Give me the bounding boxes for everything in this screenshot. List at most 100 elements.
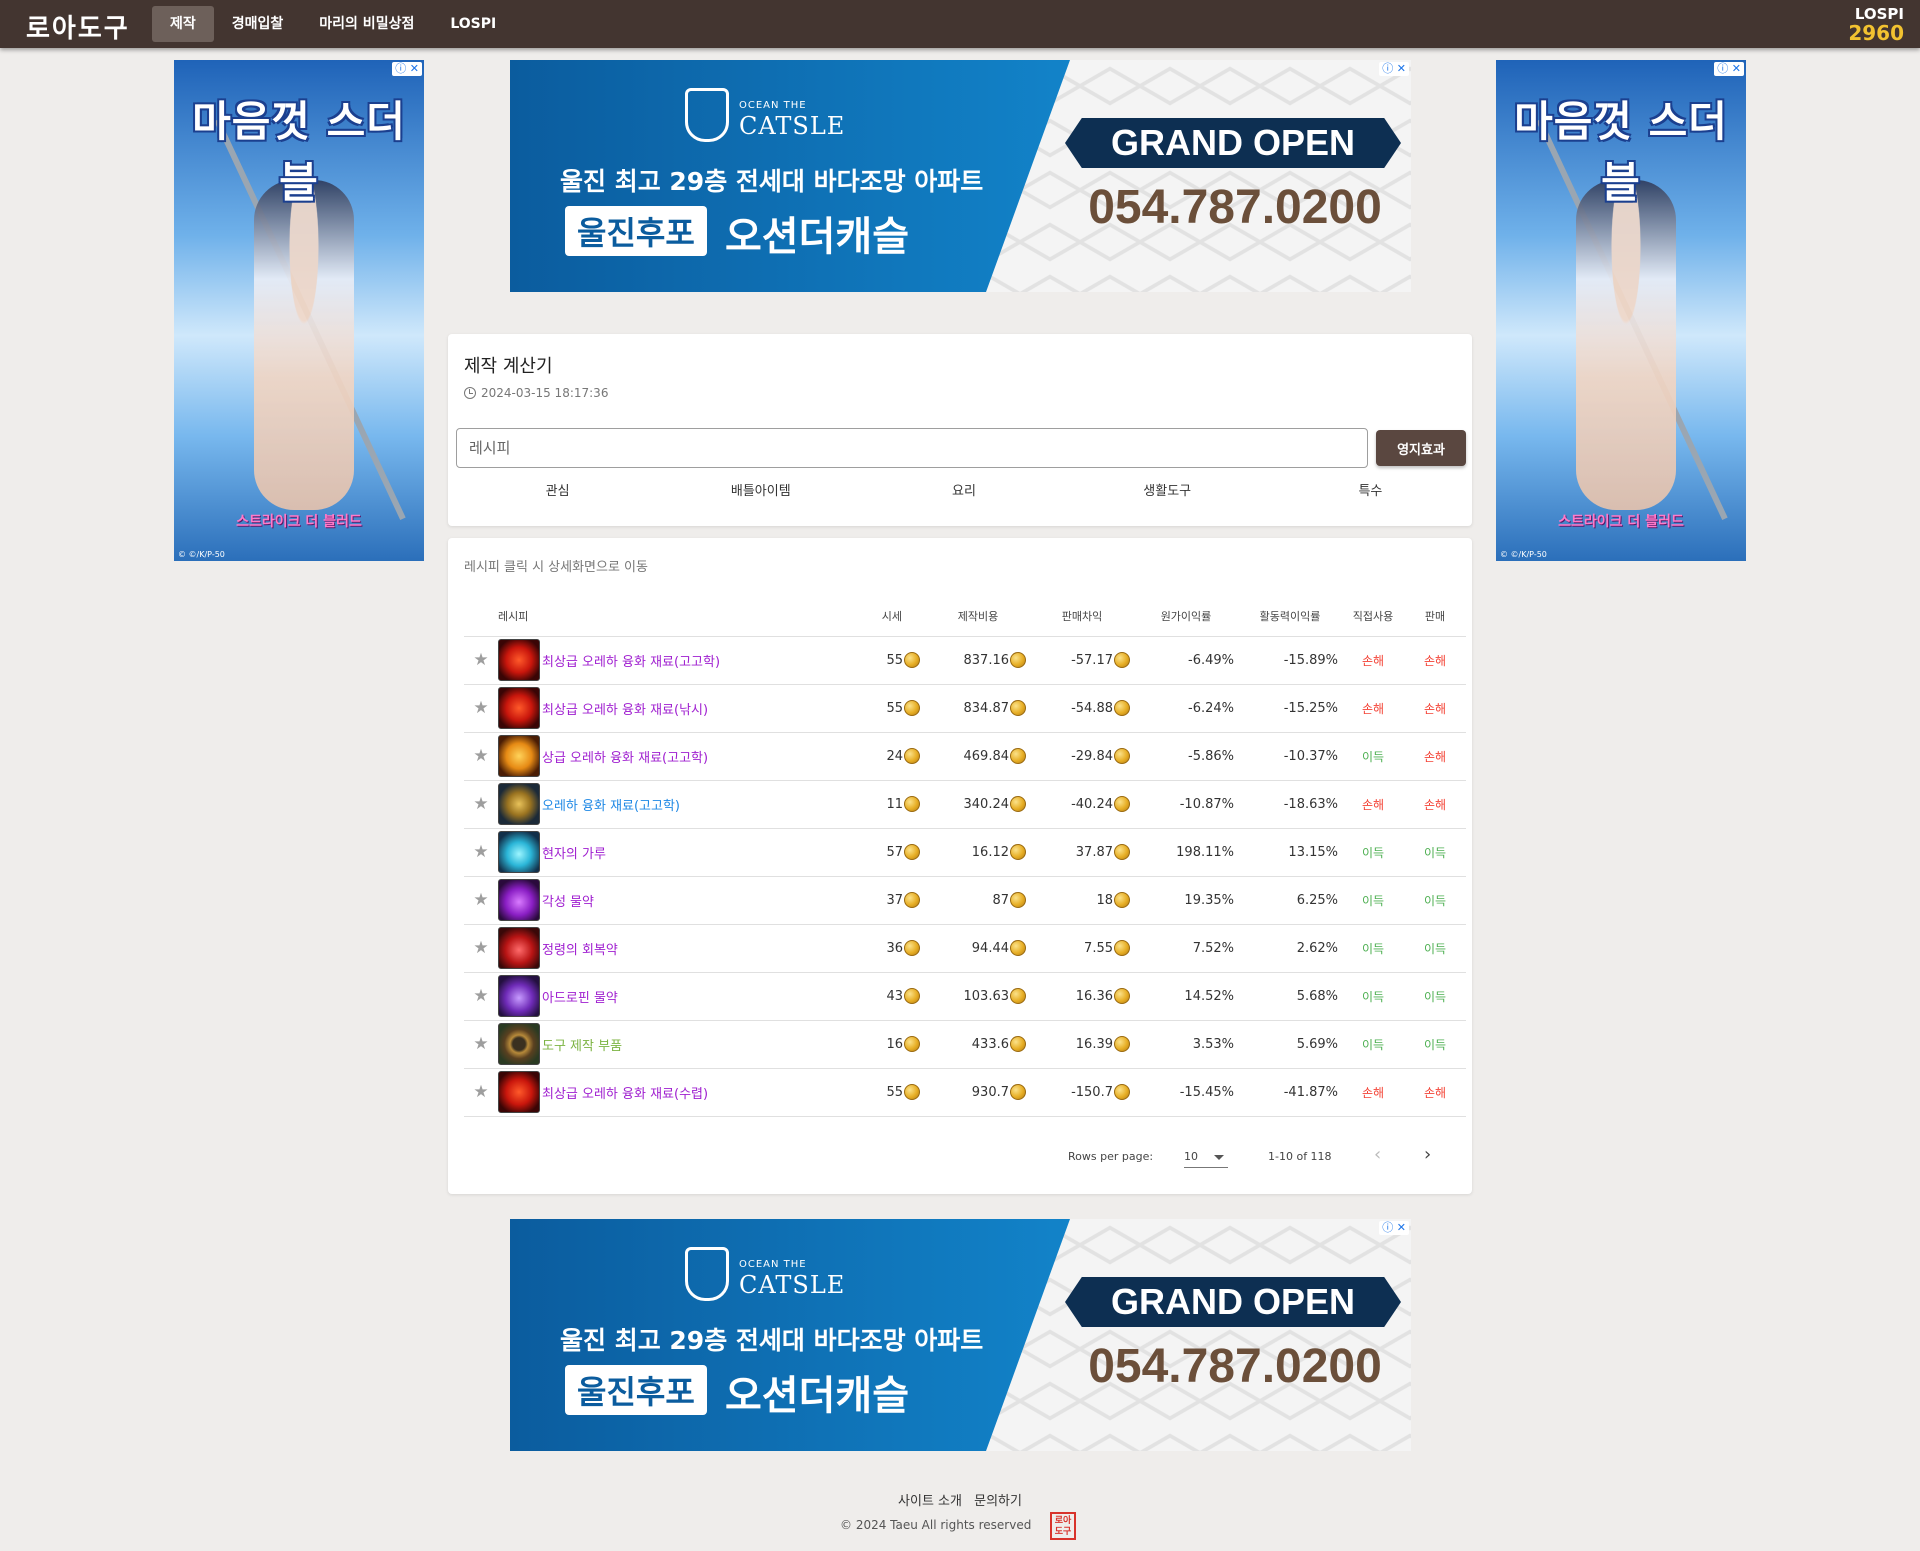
- top-banner-ad[interactable]: OCEAN THE CATSLE 울진 최고 29층 전세대 바다조망 아파트 …: [510, 60, 1411, 292]
- lospi-indicator[interactable]: LOSPI 2960: [1848, 6, 1904, 44]
- column-header-cost[interactable]: 제작비용: [926, 596, 1030, 637]
- banner-name: 오션더캐슬: [725, 214, 909, 260]
- recipe-name-cell[interactable]: 오레하 융화 재료(고고학): [542, 780, 840, 829]
- column-header-recipe[interactable]: 레시피: [498, 596, 840, 637]
- recipe-name[interactable]: 최상급 오레하 융화 재료(낚시): [542, 703, 708, 718]
- table-row[interactable]: ★ 아드로핀 물약 43 103.63 16.36 14.52% 5.68% 이득 이득: [464, 972, 1466, 1021]
- margin-value: 7.55: [1084, 941, 1113, 956]
- table-row[interactable]: ★ 도구 제작 부품 16 433.6 16.39 3.53% 5.69% 이득 이득: [464, 1020, 1466, 1069]
- recipe-name-cell[interactable]: 최상급 오레하 융화 재료(낚시): [542, 684, 840, 733]
- table-row[interactable]: ★ 오레하 융화 재료(고고학) 11 340.24 -40.24 -10.87% -18.…: [464, 780, 1466, 829]
- recipe-name-cell[interactable]: 상급 오레하 융화 재료(고고학): [542, 732, 840, 781]
- table-row[interactable]: ★ 최상급 오레하 융화 재료(수렵) 55 930.7 -150.7 -15.45% -4…: [464, 1068, 1466, 1117]
- prev-page-button[interactable]: ‹: [1374, 1144, 1381, 1165]
- favorite-toggle[interactable]: ★: [464, 828, 498, 877]
- direct-use-status: 이득: [1361, 749, 1385, 764]
- cost-cell: 469.84: [926, 732, 1030, 781]
- cost-cell: 834.87: [926, 684, 1030, 733]
- nav-item-lospi[interactable]: LOSPI: [432, 6, 514, 42]
- recipe-name-cell[interactable]: 도구 제작 부품: [542, 1020, 840, 1069]
- recipe-name-cell[interactable]: 정령의 회복약: [542, 924, 840, 973]
- column-header-margin[interactable]: 판매차익: [1030, 596, 1134, 637]
- energy-rate-value: 5.68%: [1296, 988, 1338, 1004]
- banner-grand-open: GRAND OPEN: [1065, 1277, 1401, 1327]
- table-row[interactable]: ★ 각성 물약 37 87 18 19.35% 6.25% 이득 이득: [464, 876, 1466, 925]
- footer-link-contact[interactable]: 문의하기: [974, 1494, 1022, 1509]
- right-side-ad[interactable]: 마음껏 스더블 스트라이크 더 블러드 © ©/K/P-50 ⓘ ✕: [1496, 60, 1746, 561]
- table-row[interactable]: ★ 상급 오레하 융화 재료(고고학) 24 469.84 -29.84 -5.86% -1…: [464, 732, 1466, 781]
- column-header-price[interactable]: 시세: [840, 596, 926, 637]
- table-row[interactable]: ★ 정령의 회복약 36 94.44 7.55 7.52% 2.62% 이득 이득: [464, 924, 1466, 973]
- page-title: 제작 계산기: [464, 356, 553, 377]
- favorite-toggle[interactable]: ★: [464, 876, 498, 925]
- ad-close-icon[interactable]: ⓘ ✕: [1379, 1221, 1409, 1235]
- table-row[interactable]: ★ 현자의 가루 57 16.12 37.87 198.11% 13.15% 이득 이득: [464, 828, 1466, 877]
- gold-coin-icon: [1010, 1036, 1026, 1052]
- tab-life-tools[interactable]: 생활도구: [1066, 474, 1269, 510]
- sell-status: 손해: [1423, 701, 1447, 716]
- crystal-powder-icon: [498, 831, 540, 873]
- recipe-name[interactable]: 도구 제작 부품: [542, 1039, 622, 1054]
- left-side-ad[interactable]: 마음껏 스더블 스트라이크 더 블러드 © ©/K/P-50 ⓘ ✕: [174, 60, 424, 561]
- recipe-name[interactable]: 상급 오레하 융화 재료(고고학): [542, 751, 708, 766]
- favorite-toggle[interactable]: ★: [464, 1068, 498, 1117]
- star-icon: ★: [473, 698, 489, 718]
- recipe-name[interactable]: 현자의 가루: [542, 847, 606, 862]
- recipe-name[interactable]: 최상급 오레하 융화 재료(고고학): [542, 655, 720, 670]
- gear-ring-icon: [498, 1023, 540, 1065]
- favorite-toggle[interactable]: ★: [464, 1020, 498, 1069]
- table-row[interactable]: ★ 최상급 오레하 융화 재료(낚시) 55 834.87 -54.88 -6.24% -1…: [464, 684, 1466, 733]
- ad-close-icon[interactable]: ⓘ ✕: [392, 62, 422, 76]
- recipe-name[interactable]: 각성 물약: [542, 895, 594, 910]
- star-icon: ★: [473, 650, 489, 670]
- recipe-search-input[interactable]: [456, 428, 1368, 468]
- recipe-name-cell[interactable]: 최상급 오레하 융화 재료(고고학): [542, 636, 840, 685]
- direct-use-status: 손해: [1361, 1085, 1385, 1100]
- tab-special[interactable]: 특수: [1269, 474, 1472, 510]
- tab-battle-items[interactable]: 배틀아이템: [659, 474, 862, 510]
- recipe-name-cell[interactable]: 아드로핀 물약: [542, 972, 840, 1021]
- recipe-name[interactable]: 아드로핀 물약: [542, 991, 618, 1006]
- favorite-toggle[interactable]: ★: [464, 684, 498, 733]
- star-icon: ★: [473, 1034, 489, 1054]
- favorite-toggle[interactable]: ★: [464, 780, 498, 829]
- recipe-name[interactable]: 오레하 융화 재료(고고학): [542, 799, 680, 814]
- gold-coin-icon: [1114, 844, 1130, 860]
- nav-item-mari-shop[interactable]: 마리의 비밀상점: [301, 6, 432, 42]
- territory-effect-button[interactable]: 영지효과: [1376, 430, 1466, 466]
- rows-per-page-select[interactable]: 10: [1184, 1146, 1228, 1168]
- next-page-button[interactable]: ›: [1424, 1144, 1431, 1165]
- recipe-name-cell[interactable]: 최상급 오레하 융화 재료(수렵): [542, 1068, 840, 1117]
- bottom-banner-ad[interactable]: OCEAN THE CATSLE 울진 최고 29층 전세대 바다조망 아파트 …: [510, 1219, 1411, 1451]
- table-row[interactable]: ★ 최상급 오레하 융화 재료(고고학) 55 837.16 -57.17 -6.49% -…: [464, 636, 1466, 685]
- column-header-direct-use[interactable]: 직접사용: [1342, 596, 1404, 637]
- recipe-name[interactable]: 최상급 오레하 융화 재료(수렵): [542, 1087, 708, 1102]
- ad-close-icon[interactable]: ⓘ ✕: [1379, 62, 1409, 76]
- favorite-toggle[interactable]: ★: [464, 636, 498, 685]
- top-navigation-bar: 로아도구 제작 경매입찰 마리의 비밀상점 LOSPI LOSPI 2960: [0, 0, 1920, 48]
- favorite-toggle[interactable]: ★: [464, 972, 498, 1021]
- direct-use-status: 이득: [1361, 941, 1385, 956]
- site-logo[interactable]: 로아도구: [26, 8, 130, 45]
- recipe-icon-cell: [498, 828, 542, 877]
- tab-favorites[interactable]: 관심: [456, 474, 659, 510]
- nav-item-auction-bid[interactable]: 경매입찰: [214, 6, 302, 42]
- recipe-name[interactable]: 정령의 회복약: [542, 943, 618, 958]
- price-cell: 11: [840, 780, 926, 829]
- recipe-name-cell[interactable]: 각성 물약: [542, 876, 840, 925]
- column-header-sell[interactable]: 판매: [1404, 596, 1466, 637]
- energy-rate-cell: 5.68%: [1238, 972, 1342, 1021]
- tab-cooking[interactable]: 요리: [862, 474, 1065, 510]
- ad-close-icon[interactable]: ⓘ ✕: [1714, 62, 1744, 76]
- column-header-energy-rate[interactable]: 활동력이익률: [1238, 596, 1342, 637]
- footer-link-about[interactable]: 사이트 소개: [898, 1494, 962, 1509]
- column-header-cost-rate[interactable]: 원가이익률: [1134, 596, 1238, 637]
- favorite-toggle[interactable]: ★: [464, 732, 498, 781]
- nav-item-craft[interactable]: 제작: [152, 6, 214, 42]
- recipe-name-cell[interactable]: 현자의 가루: [542, 828, 840, 877]
- sell-status: 이득: [1423, 941, 1447, 956]
- favorite-toggle[interactable]: ★: [464, 924, 498, 973]
- cost-value: 103.63: [963, 989, 1010, 1004]
- cost-value: 340.24: [963, 797, 1010, 812]
- pagination: Rows per page: 10 1-10 of 118 ‹ ›: [448, 1138, 1472, 1178]
